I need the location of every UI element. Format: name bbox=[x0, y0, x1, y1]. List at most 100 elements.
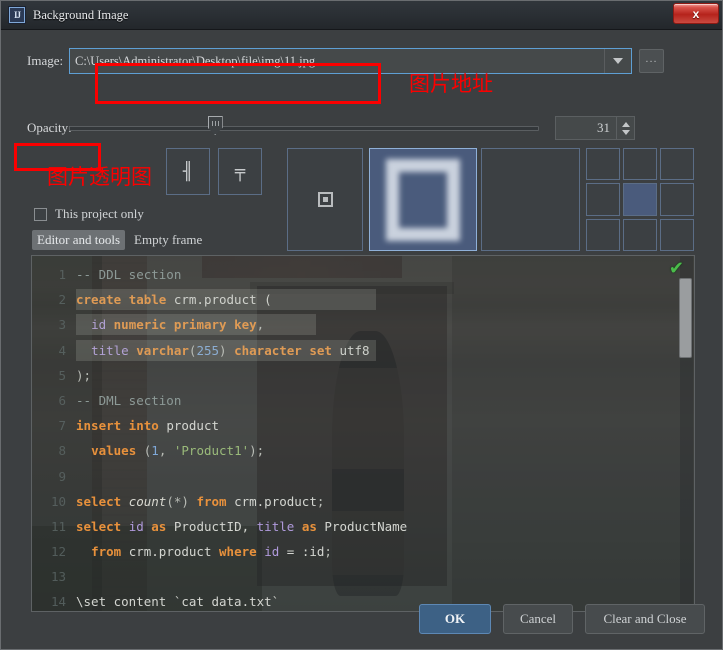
slider-grip-icon bbox=[211, 121, 220, 126]
fill-mode-scale-button[interactable] bbox=[369, 148, 477, 251]
code-line-highlight bbox=[76, 314, 316, 336]
scope-tabs: Editor and tools Empty frame bbox=[32, 230, 207, 250]
image-path-row: Image: ... bbox=[1, 42, 723, 80]
code-line: 6 -- DML section bbox=[32, 388, 694, 413]
tab-empty-frame[interactable]: Empty frame bbox=[129, 230, 207, 250]
cancel-button[interactable]: Cancel bbox=[503, 604, 573, 634]
opacity-row: Opacity: 31 bbox=[1, 115, 723, 141]
close-button[interactable]: x bbox=[673, 3, 719, 24]
anchor-cell-bottom-center[interactable] bbox=[623, 218, 657, 251]
browse-button[interactable]: ... bbox=[639, 49, 664, 73]
anchor-cell-middle-left[interactable] bbox=[586, 183, 620, 216]
code-line: 9 bbox=[32, 464, 694, 489]
code-token: ; bbox=[316, 493, 325, 509]
center-fill-icon bbox=[317, 192, 333, 207]
code-line-number: 12 bbox=[50, 544, 66, 560]
anchor-cell-middle-right[interactable] bbox=[660, 183, 694, 216]
fill-mode-tile-button[interactable] bbox=[481, 148, 580, 251]
code-token: count bbox=[128, 493, 167, 509]
code-token: crm.product bbox=[121, 544, 220, 560]
tab-editor-and-tools[interactable]: Editor and tools bbox=[32, 230, 126, 250]
opacity-slider[interactable] bbox=[69, 116, 539, 139]
anchor-cell-bottom-right[interactable] bbox=[660, 218, 694, 251]
ok-button[interactable]: OK bbox=[419, 604, 491, 634]
code-line: 8 values (1, 'Product1'); bbox=[32, 438, 694, 463]
dialog-content: Image: ... Opacity: 31 bbox=[1, 30, 722, 649]
opacity-slider-track[interactable] bbox=[69, 125, 539, 131]
opacity-slider-thumb[interactable] bbox=[207, 116, 223, 135]
code-token: = :id bbox=[279, 544, 325, 560]
code-line-number: 1 bbox=[58, 267, 66, 282]
anchor-cell-center[interactable] bbox=[623, 183, 657, 216]
code-token: 'Product1' bbox=[173, 443, 250, 459]
code-token: ; bbox=[324, 544, 332, 560]
code-line: 10 select count(*) from crm.product; bbox=[32, 489, 694, 514]
code-line-number: 6 bbox=[58, 392, 66, 408]
opacity-value[interactable]: 31 bbox=[556, 117, 616, 139]
code-line-number: 4 bbox=[58, 342, 66, 358]
fill-mode-center-button[interactable] bbox=[287, 148, 363, 251]
anchor-cell-top-center[interactable] bbox=[623, 148, 657, 181]
opacity-spinner[interactable]: 31 bbox=[555, 116, 635, 140]
clear-and-close-button[interactable]: Clear and Close bbox=[585, 604, 705, 634]
align-vertical-button[interactable]: ╤ bbox=[218, 148, 262, 195]
code-token: as bbox=[301, 518, 317, 534]
code-token: select bbox=[76, 518, 122, 534]
code-line-number: 13 bbox=[50, 569, 66, 585]
code-token: ProductName bbox=[316, 518, 408, 534]
code-line: 11 select id as ProductID, title as Produ… bbox=[32, 514, 694, 539]
code-line: 1 -- DDL section bbox=[32, 262, 694, 287]
image-label: Image: bbox=[27, 53, 64, 68]
code-token: values bbox=[91, 443, 137, 459]
opacity-label: Opacity: bbox=[27, 120, 72, 135]
code-token: , bbox=[158, 443, 174, 459]
anchor-cell-top-right[interactable] bbox=[660, 148, 694, 181]
anchor-position-grid[interactable] bbox=[586, 148, 694, 251]
code-line-number: 2 bbox=[58, 292, 66, 308]
image-path-input[interactable] bbox=[70, 49, 604, 73]
window-title: Background Image bbox=[33, 7, 129, 22]
align-horizontal-icon: ╢ bbox=[182, 161, 194, 182]
code-line: 4 title varchar(255) character set utf8 bbox=[32, 338, 694, 363]
code-line: 7 insert into product bbox=[32, 413, 694, 438]
code-token: crm.product bbox=[226, 493, 317, 509]
app-logo-icon: IJ bbox=[9, 7, 25, 23]
anchor-cell-top-left[interactable] bbox=[586, 148, 620, 181]
chevron-down-icon[interactable] bbox=[604, 49, 631, 73]
preview-scrollbar-track[interactable] bbox=[679, 256, 693, 611]
code-line-highlight bbox=[76, 289, 376, 311]
code-token: id bbox=[128, 518, 144, 534]
title-bar: IJ Background Image x bbox=[1, 1, 722, 30]
code-line-number: 5 bbox=[58, 367, 66, 383]
code-token: -- DDL section bbox=[76, 267, 182, 282]
opacity-stepper[interactable] bbox=[616, 117, 634, 139]
code-line-number: 10 bbox=[50, 493, 66, 509]
code-token: ); bbox=[76, 367, 92, 383]
code-token: insert into bbox=[76, 418, 159, 434]
background-preview[interactable]: 1 -- DDL section 2 create table crm.product… bbox=[31, 255, 695, 612]
code-line-number: 8 bbox=[58, 443, 66, 459]
check-icon: ✔ bbox=[668, 258, 684, 278]
code-token: (*) bbox=[166, 493, 197, 509]
image-path-combobox[interactable] bbox=[69, 48, 632, 74]
preview-scrollbar-thumb[interactable] bbox=[679, 278, 692, 358]
anchor-cell-bottom-left[interactable] bbox=[586, 218, 620, 251]
code-token: product bbox=[158, 418, 220, 434]
code-line-number: 9 bbox=[58, 468, 66, 484]
stepper-up-icon[interactable] bbox=[621, 121, 630, 127]
this-project-only-label: This project only bbox=[55, 206, 144, 221]
this-project-only-checkbox[interactable] bbox=[34, 207, 47, 221]
code-token: id bbox=[264, 544, 280, 560]
code-token: from bbox=[91, 544, 122, 560]
code-line: 2 create table crm.product ( bbox=[32, 287, 694, 312]
code-token: select bbox=[76, 493, 122, 509]
code-line-number: 3 bbox=[58, 317, 66, 333]
code-token: ( bbox=[136, 443, 152, 459]
align-horizontal-button[interactable]: ╢ bbox=[166, 148, 210, 195]
code-token: -- DML section bbox=[76, 392, 182, 408]
this-project-only-row[interactable]: This project only bbox=[34, 206, 144, 222]
stepper-down-icon[interactable] bbox=[621, 129, 630, 135]
code-line: 5); bbox=[32, 363, 694, 388]
